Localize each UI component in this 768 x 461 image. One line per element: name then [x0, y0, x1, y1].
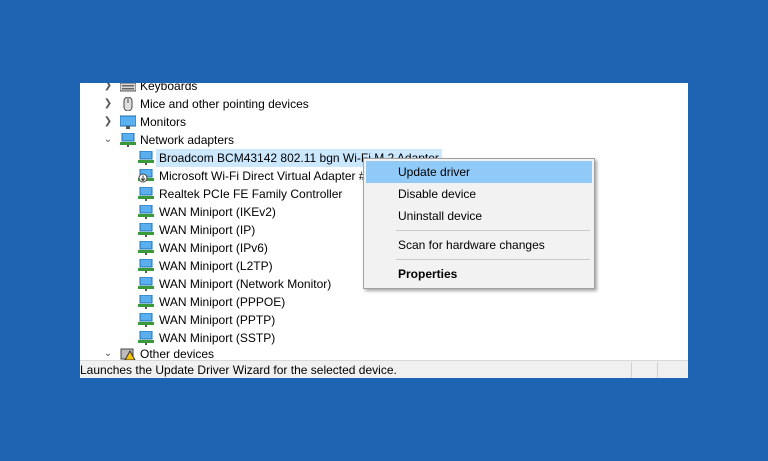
- chevron-right-icon[interactable]: ❯: [102, 83, 114, 95]
- network-adapter-icon: [138, 186, 154, 201]
- menu-item-update-driver[interactable]: Update driver: [366, 161, 592, 183]
- network-adapter-icon: [138, 204, 154, 219]
- tree-item-network-adapter[interactable]: WAN Miniport (PPTP): [80, 311, 688, 329]
- tree-category-label: Mice and other pointing devices: [140, 97, 309, 111]
- status-bar-divider: [631, 362, 632, 378]
- tree-category-keyboards[interactable]: ❯ Keyboards: [80, 83, 688, 95]
- tree-item-label: WAN Miniport (PPTP): [159, 313, 276, 327]
- tree-category-label: Monitors: [140, 115, 187, 129]
- warning-device-icon: [120, 347, 136, 360]
- menu-item-label: Disable device: [398, 187, 477, 201]
- menu-separator: [396, 259, 590, 260]
- menu-item-label: Uninstall device: [398, 209, 483, 223]
- tree-category-label: Network adapters: [140, 133, 235, 147]
- tree-item-label: WAN Miniport (Network Monitor): [159, 277, 332, 291]
- network-adapter-icon: [138, 276, 154, 291]
- menu-separator: [396, 230, 590, 231]
- chevron-down-icon[interactable]: ⌄: [102, 345, 114, 360]
- network-adapter-icon: [138, 330, 154, 345]
- chevron-right-icon[interactable]: ❯: [102, 113, 114, 131]
- context-menu: Update driver Disable device Uninstall d…: [363, 158, 595, 289]
- tree-item-label: WAN Miniport (IKEv2): [159, 205, 276, 219]
- tree-item-label: Microsoft Wi-Fi Direct Virtual Adapter #…: [159, 169, 373, 183]
- monitor-icon: [119, 115, 137, 129]
- network-adapter-icon: [138, 222, 154, 237]
- menu-item-properties[interactable]: Properties: [366, 263, 592, 285]
- tree-category-label: Keyboards: [140, 83, 198, 93]
- status-bar-divider: [657, 362, 658, 378]
- network-adapter-icon: [120, 132, 136, 147]
- tree-category-label: Other devices: [140, 347, 215, 360]
- menu-item-label: Update driver: [398, 165, 471, 179]
- tree-item-network-adapter[interactable]: WAN Miniport (PPPOE): [80, 293, 688, 311]
- network-adapter-icon: [138, 150, 154, 165]
- status-text: Launches the Update Driver Wizard for th…: [80, 363, 397, 377]
- tree-category-monitors[interactable]: ❯ Monitors: [80, 113, 688, 131]
- status-bar: Launches the Update Driver Wizard for th…: [80, 360, 688, 378]
- menu-item-disable-device[interactable]: Disable device: [366, 183, 592, 205]
- tree-item-label: WAN Miniport (L2TP): [159, 259, 273, 273]
- chevron-right-icon[interactable]: ❯: [102, 95, 114, 113]
- tree-category-mice[interactable]: ❯ Mice and other pointing devices: [80, 95, 688, 113]
- menu-item-label: Scan for hardware changes: [398, 238, 545, 252]
- tree-category-network-adapters[interactable]: ⌄ Network adapters: [80, 131, 688, 149]
- tree-item-label: WAN Miniport (IPv6): [159, 241, 268, 255]
- tree-category-other-devices[interactable]: ⌄ Other devices: [80, 345, 688, 360]
- network-adapter-icon: [138, 312, 154, 327]
- tree-item-label: Realtek PCIe FE Family Controller: [159, 187, 343, 201]
- network-adapter-icon: [138, 240, 154, 255]
- keyboard-icon: [119, 83, 137, 93]
- menu-item-uninstall-device[interactable]: Uninstall device: [366, 205, 592, 227]
- network-adapter-icon: [138, 294, 154, 309]
- mouse-icon: [120, 96, 136, 112]
- menu-item-label: Properties: [398, 267, 458, 281]
- tree-item-label: WAN Miniport (IP): [159, 223, 256, 237]
- chevron-down-icon[interactable]: ⌄: [102, 131, 114, 149]
- network-adapter-icon: [138, 258, 154, 273]
- menu-item-scan-hardware[interactable]: Scan for hardware changes: [366, 234, 592, 256]
- network-adapter-download-icon: [138, 168, 154, 183]
- tree-item-label: WAN Miniport (PPPOE): [159, 295, 286, 309]
